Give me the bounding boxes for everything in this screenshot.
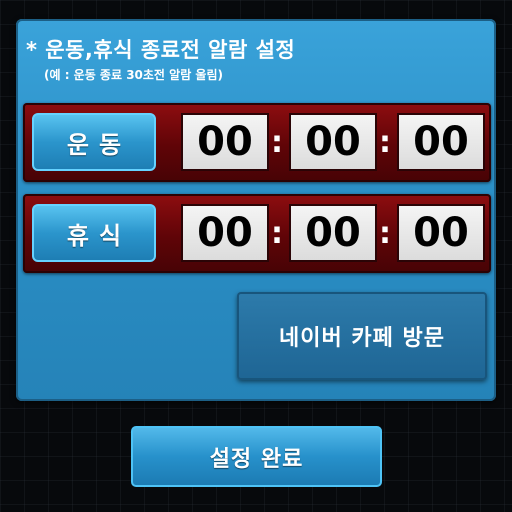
- rest-button[interactable]: 휴식: [32, 204, 156, 262]
- exercise-separator-1: :: [271, 124, 283, 160]
- settings-subtitle: (예 : 운동 종료 30초전 알람 울림): [44, 68, 223, 82]
- rest-seconds-field[interactable]: 00: [397, 204, 485, 262]
- settings-done-button[interactable]: 설정 완료: [131, 426, 382, 487]
- alarm-settings-panel: * 운동,휴식 종료전 알람 설정 (예 : 운동 종료 30초전 알람 울림)…: [16, 19, 496, 401]
- rest-minutes-field[interactable]: 00: [289, 204, 377, 262]
- exercise-hours-field[interactable]: 00: [181, 113, 269, 171]
- exercise-button[interactable]: 운동: [32, 113, 156, 171]
- app-screen: * 운동,휴식 종료전 알람 설정 (예 : 운동 종료 30초전 알람 울림)…: [0, 0, 512, 512]
- naver-cafe-button[interactable]: 네이버 카페 방문: [237, 292, 487, 380]
- exercise-minutes-field[interactable]: 00: [289, 113, 377, 171]
- exercise-timer-row: 운동 00 : 00 : 00: [23, 103, 491, 182]
- rest-timer-row: 휴식 00 : 00 : 00: [23, 194, 491, 273]
- rest-separator-2: :: [379, 215, 391, 251]
- exercise-separator-2: :: [379, 124, 391, 160]
- exercise-seconds-field[interactable]: 00: [397, 113, 485, 171]
- settings-title: * 운동,휴식 종료전 알람 설정: [26, 38, 296, 62]
- rest-hours-field[interactable]: 00: [181, 204, 269, 262]
- rest-separator-1: :: [271, 215, 283, 251]
